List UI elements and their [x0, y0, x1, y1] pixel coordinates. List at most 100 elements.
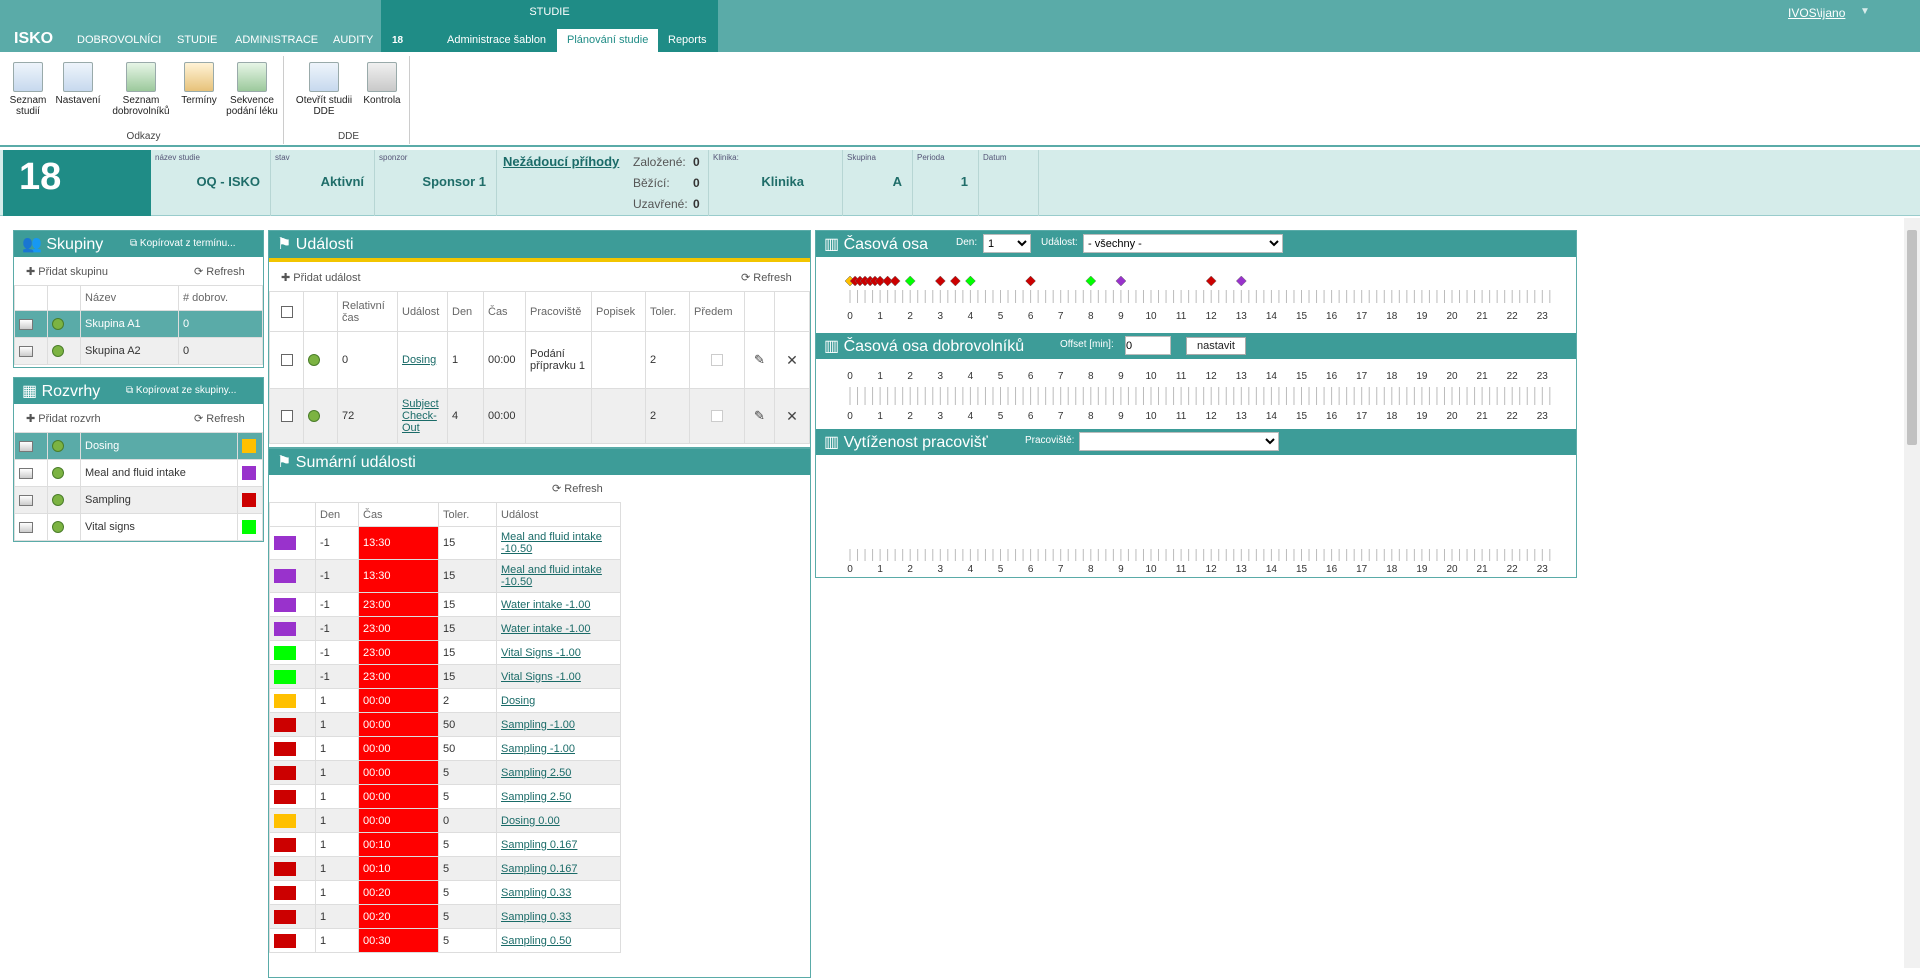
- edit-icon[interactable]: ✎: [754, 408, 765, 423]
- nastaveni-button[interactable]: Nastavení: [52, 62, 104, 106]
- table-row[interactable]: 1 00:00 2 Dosing: [269, 688, 621, 713]
- summary-event-link[interactable]: Sampling 0.33: [501, 911, 571, 923]
- table-row[interactable]: 1 00:20 5 Sampling 0.33: [269, 904, 621, 929]
- nav-audity[interactable]: AUDITY: [333, 34, 373, 46]
- event-link[interactable]: Subject Check-Out: [402, 398, 439, 434]
- row-select-cell[interactable]: [14, 337, 48, 365]
- summary-event-link[interactable]: Sampling 0.167: [501, 839, 577, 851]
- table-row[interactable]: -1 23:00 15 Vital Signs -1.00: [269, 640, 621, 665]
- table-row[interactable]: -1 13:30 15 Meal and fluid intake -10.50: [269, 559, 621, 593]
- seznam-studii-button[interactable]: Seznam studií: [8, 62, 48, 117]
- row-select-cell[interactable]: [14, 486, 48, 514]
- table-row[interactable]: 1 00:00 0 Dosing 0.00: [269, 808, 621, 833]
- row-checkbox-cell[interactable]: [269, 388, 304, 444]
- tab-planovani-studie[interactable]: Plánování studie: [557, 29, 659, 52]
- page-scrollbar-thumb[interactable]: [1907, 230, 1917, 445]
- edit-icon[interactable]: ✎: [754, 352, 765, 367]
- delete-cell[interactable]: ✕: [774, 388, 810, 444]
- delete-icon[interactable]: ✕: [786, 408, 798, 424]
- add-schedule-button[interactable]: ✚ Přidat rozvrh: [26, 412, 101, 425]
- user-menu[interactable]: IVOS\ijano: [1788, 6, 1845, 20]
- kontrola-button[interactable]: Kontrola: [360, 62, 404, 106]
- summary-event-link[interactable]: Meal and fluid intake -10.50: [501, 531, 602, 555]
- table-row[interactable]: -1 23:00 15 Water intake -1.00: [269, 616, 621, 641]
- nav-administrace[interactable]: ADMINISTRACE: [235, 34, 318, 46]
- table-row[interactable]: -1 13:30 15 Meal and fluid intake -10.50: [269, 526, 621, 560]
- sekvence-podani-leku-button[interactable]: Sekvence podání léku: [223, 62, 281, 117]
- table-row[interactable]: 0 Dosing 1 00:00 Podání přípravku 1 2 ✎ …: [269, 331, 810, 389]
- table-row[interactable]: Meal and fluid intake: [14, 459, 263, 487]
- tab-administrace-sablon[interactable]: Administrace šablon: [437, 29, 556, 52]
- row-menu-icon[interactable]: [19, 318, 33, 330]
- events-refresh-button[interactable]: ⟳ Refresh: [741, 271, 792, 284]
- edit-cell[interactable]: ✎: [744, 331, 775, 389]
- delete-cell[interactable]: ✕: [774, 331, 810, 389]
- summary-event-link[interactable]: Sampling -1.00: [501, 719, 575, 731]
- row-menu-icon[interactable]: [19, 521, 33, 533]
- select-all-checkbox[interactable]: [280, 305, 293, 318]
- groups-refresh-button[interactable]: ⟳ Refresh: [194, 265, 245, 278]
- user-dropdown-icon[interactable]: ▼: [1860, 6, 1870, 17]
- row-menu-icon[interactable]: [19, 494, 33, 506]
- events-select-all-cell[interactable]: [269, 291, 304, 332]
- table-row[interactable]: 1 00:20 5 Sampling 0.33: [269, 880, 621, 905]
- row-checkbox[interactable]: [280, 354, 293, 367]
- summary-event-link[interactable]: Dosing 0.00: [501, 815, 560, 827]
- table-row[interactable]: -1 23:00 15 Vital Signs -1.00: [269, 664, 621, 689]
- table-row[interactable]: Skupina A1 0: [14, 310, 263, 338]
- set-offset-button[interactable]: nastavit: [1186, 337, 1246, 355]
- row-select-cell[interactable]: [14, 310, 48, 338]
- table-row[interactable]: -1 23:00 15 Water intake -1.00: [269, 592, 621, 617]
- add-event-button[interactable]: ✚ Přidat událost: [281, 271, 361, 284]
- otevrit-studii-dde-button[interactable]: Otevřít studii DDE: [292, 62, 356, 117]
- summary-event-link[interactable]: Sampling 2.50: [501, 791, 571, 803]
- day-select[interactable]: 1: [983, 234, 1031, 253]
- offset-input[interactable]: [1125, 336, 1171, 355]
- nav-dobrovolnici[interactable]: DOBROVOLNÍCI: [77, 34, 161, 46]
- table-row[interactable]: 1 00:00 50 Sampling -1.00: [269, 712, 621, 737]
- table-row[interactable]: Vital signs: [14, 513, 263, 541]
- row-select-cell[interactable]: [14, 513, 48, 541]
- row-menu-icon[interactable]: [19, 345, 33, 357]
- schedules-refresh-button[interactable]: ⟳ Refresh: [194, 412, 245, 425]
- summary-refresh-button[interactable]: ⟳ Refresh: [552, 482, 603, 495]
- edit-cell[interactable]: ✎: [744, 388, 775, 444]
- place-select[interactable]: [1079, 432, 1279, 451]
- table-row[interactable]: 1 00:00 5 Sampling 2.50: [269, 760, 621, 785]
- event-link[interactable]: Dosing: [402, 354, 436, 366]
- seznam-dobrovolniku-button[interactable]: Seznam dobrovolníků: [107, 62, 175, 117]
- table-row[interactable]: 1 00:00 50 Sampling -1.00: [269, 736, 621, 761]
- table-row[interactable]: 1 00:10 5 Sampling 0.167: [269, 832, 621, 857]
- terminy-button[interactable]: Termíny: [177, 62, 221, 106]
- table-row[interactable]: 1 00:30 5 Sampling 0.50: [269, 928, 621, 953]
- add-group-button[interactable]: ✚ Přidat skupinu: [26, 265, 108, 278]
- row-select-cell[interactable]: [14, 432, 48, 460]
- summary-event-link[interactable]: Meal and fluid intake -10.50: [501, 564, 602, 588]
- row-checkbox-cell[interactable]: [269, 331, 304, 389]
- nav-studie[interactable]: STUDIE: [177, 34, 217, 46]
- event-filter-select[interactable]: - všechny -: [1083, 234, 1283, 253]
- copy-from-term-button[interactable]: ⧉ Kopírovat z termínu...: [130, 238, 236, 249]
- adverse-events-link[interactable]: Nežádoucí příhody: [503, 154, 619, 169]
- summary-event-link[interactable]: Sampling 0.50: [501, 935, 571, 947]
- table-row[interactable]: 1 00:10 5 Sampling 0.167: [269, 856, 621, 881]
- row-select-cell[interactable]: [14, 459, 48, 487]
- table-row[interactable]: 1 00:00 5 Sampling 2.50: [269, 784, 621, 809]
- row-menu-icon[interactable]: [19, 467, 33, 479]
- summary-event-link[interactable]: Dosing: [501, 695, 535, 707]
- summary-event-link[interactable]: Water intake -1.00: [501, 599, 590, 611]
- tab-reports[interactable]: Reports: [658, 29, 717, 52]
- summary-event-link[interactable]: Sampling 2.50: [501, 767, 571, 779]
- row-checkbox[interactable]: [280, 410, 293, 423]
- summary-event-link[interactable]: Vital Signs -1.00: [501, 647, 581, 659]
- summary-event-link[interactable]: Sampling -1.00: [501, 743, 575, 755]
- table-row[interactable]: Dosing: [14, 432, 263, 460]
- row-menu-icon[interactable]: [19, 440, 33, 452]
- app-logo[interactable]: ISKO: [14, 30, 53, 48]
- summary-event-link[interactable]: Sampling 0.33: [501, 887, 571, 899]
- table-row[interactable]: Skupina A2 0: [14, 337, 263, 365]
- summary-event-link[interactable]: Vital Signs -1.00: [501, 671, 581, 683]
- table-row[interactable]: Sampling: [14, 486, 263, 514]
- delete-icon[interactable]: ✕: [786, 352, 798, 368]
- copy-from-group-button[interactable]: ⧉ Kopírovat ze skupiny...: [126, 385, 236, 396]
